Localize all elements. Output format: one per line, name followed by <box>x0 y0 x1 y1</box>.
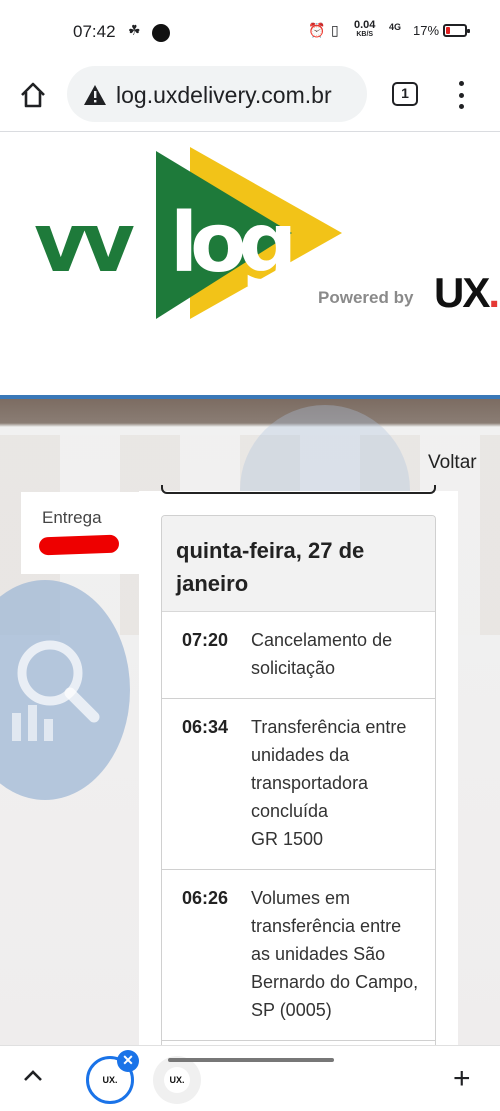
redacted-tracking-code <box>38 534 120 556</box>
event-description: Cancelamento de solicitação <box>251 630 393 678</box>
fan-icon: ☘ <box>128 22 141 38</box>
url-bar[interactable]: log.uxdelivery.com.br <box>67 66 367 122</box>
menu-dot-icon <box>458 81 464 86</box>
event-time: 07:20 <box>182 630 229 650</box>
tracking-event: 06:34 Transferência entre unidades da tr… <box>162 699 435 870</box>
back-link[interactable]: Voltar <box>428 452 477 474</box>
event-description: Volumes em transferência entre as unidad… <box>251 888 419 1020</box>
close-tab-button[interactable]: ✕ <box>117 1050 139 1072</box>
app-notification-icon <box>152 24 170 42</box>
event-detail: GR 1500 <box>251 829 324 849</box>
not-secure-warning-icon <box>84 85 106 105</box>
event-time: 06:26 <box>182 888 229 908</box>
alarm-icon: ⏰ <box>308 22 326 38</box>
vibrate-icon: ▯ <box>331 22 339 38</box>
network-type: 4G <box>389 22 402 32</box>
scrolled-element-edge <box>161 485 436 494</box>
entrega-label: Entrega <box>42 508 102 527</box>
tracking-event: 06:26 Volumes em transferência entre as … <box>162 870 435 1041</box>
tab-switcher-button[interactable]: 1 <box>392 82 418 106</box>
net-speed: 0.04 KB/S <box>354 19 376 39</box>
ux-favicon: UX. <box>164 1067 190 1093</box>
search-analytics-icon <box>12 640 100 741</box>
entrega-card: Entrega <box>21 492 139 574</box>
home-icon <box>21 82 45 108</box>
event-description: Transferência entre unidades da transpor… <box>251 713 425 853</box>
svg-text:log: log <box>170 196 290 291</box>
tracking-event: 07:20 Cancelamento de solicitação <box>162 612 435 699</box>
tab-strip: UX. ✕ UX. + <box>0 1045 500 1111</box>
chevron-up-icon[interactable] <box>22 1068 44 1084</box>
menu-dot-icon <box>458 92 464 98</box>
url-text: log.uxdelivery.com.br <box>116 82 332 108</box>
tracking-timeline: quinta-feira, 27 de janeiro 07:20 Cancel… <box>161 515 436 1055</box>
vvlog-logo: vv log <box>34 147 342 319</box>
powered-by-text: Powered by <box>318 288 414 307</box>
browser-toolbar: log.uxdelivery.com.br 1 <box>0 62 500 132</box>
home-button[interactable] <box>14 76 52 114</box>
gesture-navigation-bar[interactable] <box>168 1058 334 1062</box>
menu-dot-icon <box>458 104 464 109</box>
svg-text:vv: vv <box>34 196 134 291</box>
ux-logo: UX. <box>434 269 500 316</box>
clock: 07:42 <box>73 22 116 41</box>
status-bar: 07:42 ☘ ⏰ ▯ 0.04 KB/S 4G 17% <box>0 0 500 62</box>
battery-icon <box>443 24 470 37</box>
tracking-panel: quinta-feira, 27 de janeiro 07:20 Cancel… <box>139 485 458 1055</box>
overflow-menu-button[interactable] <box>446 78 476 112</box>
new-tab-button[interactable]: + <box>453 1062 471 1096</box>
day-header: quinta-feira, 27 de janeiro <box>162 516 435 612</box>
site-header: vv log Powered by UX. <box>0 133 500 395</box>
tab-thumbnail[interactable]: UX. <box>153 1056 201 1104</box>
battery-percent: 17% <box>413 23 440 38</box>
event-time: 06:34 <box>182 717 229 737</box>
ux-favicon: UX. <box>97 1067 123 1093</box>
